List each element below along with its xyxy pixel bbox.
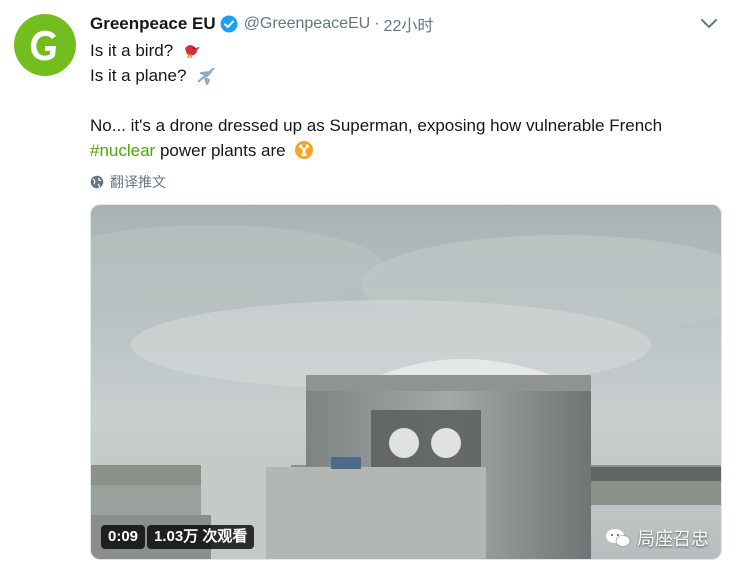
video-player[interactable]: 0:09 1.03万 次观看 局座召忠 <box>90 204 722 560</box>
translate-tweet-link[interactable]: 翻译推文 <box>90 172 166 192</box>
video-frame <box>91 205 721 559</box>
verified-badge-icon <box>220 15 238 33</box>
tweet-line-1-text: Is it a bird? <box>90 41 174 60</box>
tweet-line-4-text: power plants are <box>155 141 286 160</box>
avatar[interactable] <box>14 14 76 76</box>
wechat-icon <box>606 529 631 547</box>
tweet-time[interactable]: 22小时 <box>384 12 434 36</box>
separator-dot: · <box>374 15 380 32</box>
tweet-line-1: Is it a bird? <box>90 38 710 63</box>
video-duration: 0:09 <box>101 525 146 549</box>
airplane-emoji-icon <box>197 67 215 85</box>
translate-label: 翻译推文 <box>110 174 166 190</box>
author-handle[interactable]: @GreenpeaceEU <box>244 15 371 33</box>
author-name[interactable]: Greenpeace EU <box>90 14 216 34</box>
tweet-line-2-text: Is it a plane? <box>90 66 187 85</box>
tweet-header: Greenpeace EU @GreenpeaceEU · 22小时 <box>90 12 433 36</box>
globe-icon <box>90 175 104 189</box>
tweet-line-3: No... it's a drone dressed up as Superma… <box>90 116 663 135</box>
bird-emoji-icon <box>184 45 200 59</box>
tweet-text: Is it a bird? Is it a plane? No... it's … <box>90 38 710 163</box>
watermark: 局座召忠 <box>605 525 709 551</box>
tweet-line-2: Is it a plane? <box>90 63 710 88</box>
hashtag-link[interactable]: #nuclear <box>90 141 155 160</box>
greenpeace-logo-icon <box>30 30 56 61</box>
chevron-down-icon[interactable] <box>700 18 718 30</box>
watermark-text: 局座召忠 <box>637 529 709 549</box>
tweet-line-4: #nuclear power plants are <box>90 138 710 163</box>
radioactive-emoji-icon <box>295 141 314 159</box>
video-views: 1.03万 次观看 <box>147 525 255 549</box>
